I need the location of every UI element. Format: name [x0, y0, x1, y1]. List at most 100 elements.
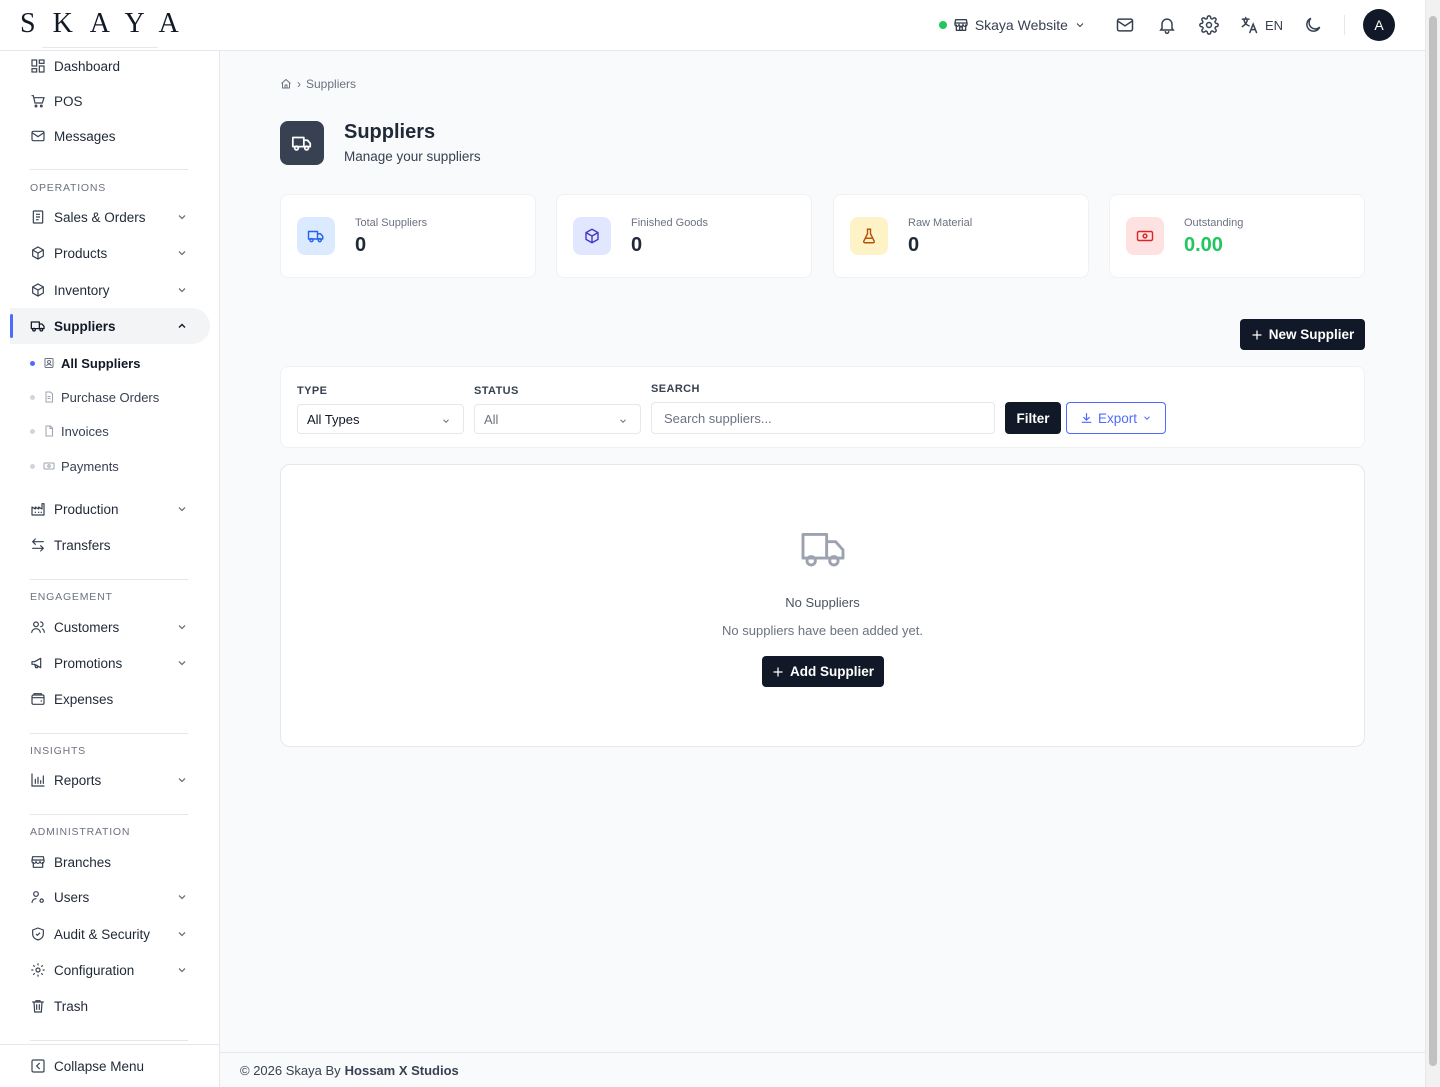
sidebar-item-transfers[interactable]: Transfers: [10, 527, 210, 563]
sidebar-divider: [30, 1040, 188, 1041]
scrollbar-thumb[interactable]: [1429, 16, 1437, 1066]
site-switcher[interactable]: Skaya Website: [938, 17, 1086, 33]
sidebar-subitem-all-suppliers[interactable]: All Suppliers: [30, 351, 140, 375]
sidebar-item-inventory[interactable]: Inventory: [10, 272, 210, 308]
online-status-dot: [938, 21, 947, 29]
section-label-administration: ADMINISTRATION: [30, 826, 131, 838]
store-icon: [30, 854, 46, 870]
mail-icon[interactable]: [1113, 13, 1137, 37]
truck-icon: [30, 318, 46, 334]
company-link[interactable]: Hossam X Studios: [345, 1063, 459, 1078]
page-title: Suppliers: [344, 121, 436, 143]
page-scrollbar[interactable]: [1425, 0, 1440, 1087]
status-select[interactable]: All: [474, 404, 641, 434]
mail-icon: [30, 128, 46, 144]
filter-button[interactable]: Filter: [1005, 402, 1061, 434]
site-name: Skaya Website: [974, 17, 1068, 33]
section-label-insights: INSIGHTS: [30, 745, 86, 757]
home-icon[interactable]: [280, 78, 292, 90]
sidebar-item-promotions[interactable]: Promotions: [10, 645, 210, 681]
gear-icon[interactable]: [1197, 13, 1221, 37]
empty-title: No Suppliers: [785, 595, 860, 610]
transfer-icon: [30, 537, 46, 553]
stat-card-outstanding: Outstanding 0.00: [1109, 194, 1365, 278]
top-header: SKAYA Skaya Website EN A: [0, 0, 1425, 51]
collapse-menu-button[interactable]: Collapse Menu: [10, 1048, 210, 1084]
chevron-down-icon: [1142, 413, 1152, 423]
filter-button-label: Filter: [1016, 410, 1050, 426]
new-supplier-button[interactable]: New Supplier: [1240, 319, 1365, 350]
sidebar-item-production[interactable]: Production: [10, 491, 210, 527]
bullet-dot: [30, 428, 35, 434]
sidebar-item-messages[interactable]: Messages: [10, 118, 210, 154]
section-label-operations: OPERATIONS: [30, 182, 107, 194]
sidebar-item-label: Reports: [54, 772, 102, 788]
sidebar-subitem-purchase-orders[interactable]: Purchase Orders: [30, 385, 159, 409]
sidebar-divider: [30, 733, 188, 734]
sidebar-item-reports[interactable]: Reports: [10, 762, 210, 798]
sidebar-item-label: Promotions: [54, 655, 123, 671]
chevron-down-icon: [176, 657, 188, 669]
export-button-label: Export: [1097, 410, 1138, 426]
active-indicator: [10, 314, 13, 338]
sidebar-subitem-invoices[interactable]: Invoices: [30, 419, 109, 443]
dashboard-icon: [30, 58, 46, 74]
stat-label: Finished Goods: [631, 217, 709, 229]
sidebar: Dashboard POS Messages OPERATIONS Sales …: [0, 51, 220, 1087]
sidebar-item-expenses[interactable]: Expenses: [10, 681, 210, 717]
collapse-icon: [30, 1058, 46, 1074]
chevron-down-icon: [176, 928, 188, 940]
page-footer: © 2026 Skaya By Hossam X Studios: [220, 1052, 1425, 1087]
file-icon: [43, 425, 55, 437]
sidebar-item-audit-security[interactable]: Audit & Security: [10, 916, 210, 952]
chevron-down-icon: [176, 247, 188, 259]
language-switcher[interactable]: EN: [1239, 15, 1283, 35]
add-supplier-button[interactable]: Add Supplier: [762, 656, 884, 687]
sidebar-item-label: Users: [54, 889, 90, 905]
status-select-value: All: [484, 411, 499, 427]
stat-card-total-suppliers: Total Suppliers 0: [280, 194, 536, 278]
bell-icon[interactable]: [1155, 13, 1179, 37]
stat-value: 0: [631, 234, 643, 256]
sidebar-item-trash[interactable]: Trash: [10, 988, 210, 1024]
stat-card-raw-material: Raw Material 0: [833, 194, 1089, 278]
stat-label: Total Suppliers: [355, 217, 428, 229]
search-input[interactable]: [651, 402, 995, 434]
sidebar-subitem-label: Payments: [61, 458, 119, 474]
users-icon: [30, 619, 46, 635]
sidebar-subitem-payments[interactable]: Payments: [30, 454, 119, 478]
stat-value: 0: [908, 234, 920, 256]
new-supplier-label: New Supplier: [1268, 327, 1355, 342]
truck-icon: [297, 217, 335, 255]
sidebar-item-configuration[interactable]: Configuration: [10, 952, 210, 988]
stat-label: Outstanding: [1184, 217, 1244, 229]
sidebar-item-branches[interactable]: Branches: [10, 844, 210, 880]
sidebar-item-sales-orders[interactable]: Sales & Orders: [10, 199, 210, 235]
sidebar-divider: [30, 169, 188, 170]
sidebar-item-pos[interactable]: POS: [10, 83, 210, 119]
moon-icon[interactable]: [1301, 13, 1325, 37]
truck-icon: [799, 529, 847, 569]
chevron-up-icon: [176, 320, 188, 332]
type-select[interactable]: All Types: [297, 404, 464, 434]
sidebar-footer: Collapse Menu: [0, 1044, 219, 1087]
status-filter-label: STATUS: [474, 385, 519, 397]
stat-label: Raw Material: [908, 217, 973, 229]
sidebar-item-customers[interactable]: Customers: [10, 609, 210, 645]
sidebar-item-label: Expenses: [54, 691, 114, 707]
user-avatar[interactable]: A: [1363, 9, 1395, 41]
cube-icon: [30, 282, 46, 298]
empty-subtitle: No suppliers have been added yet.: [722, 623, 923, 638]
sidebar-item-dashboard[interactable]: Dashboard: [10, 48, 210, 84]
add-supplier-label: Add Supplier: [790, 664, 874, 679]
chevron-down-icon: [1074, 19, 1086, 31]
bullet-dot: [30, 463, 35, 469]
sidebar-item-label: Inventory: [54, 282, 110, 298]
sidebar-item-label: Sales & Orders: [54, 209, 146, 225]
breadcrumb: › Suppliers: [280, 77, 356, 91]
sidebar-item-products[interactable]: Products: [10, 235, 210, 271]
sidebar-item-users[interactable]: Users: [10, 879, 210, 915]
brand-logo[interactable]: SKAYA: [20, 8, 196, 40]
export-button[interactable]: Export: [1066, 402, 1166, 434]
sidebar-item-suppliers[interactable]: Suppliers: [10, 308, 210, 344]
